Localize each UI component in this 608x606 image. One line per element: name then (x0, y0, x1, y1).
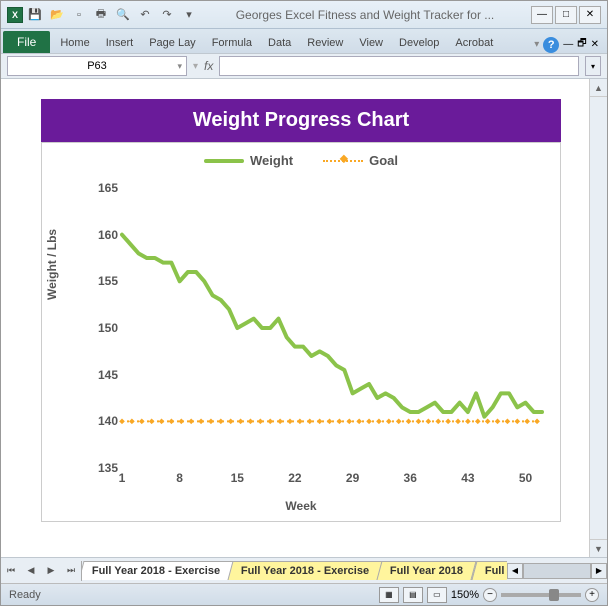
x-tick: 50 (519, 471, 532, 485)
vertical-scrollbar[interactable]: ▲ ▼ (589, 79, 607, 557)
qat-print-icon[interactable]: 🖶 (91, 5, 111, 25)
window-title: Georges Excel Fitness and Weight Tracker… (199, 8, 531, 22)
qat-new-icon[interactable]: ▫ (69, 5, 89, 25)
status-state: Ready (9, 589, 41, 601)
ribbon-tab-formula[interactable]: Formula (204, 33, 260, 53)
ribbon-tab-view[interactable]: View (351, 33, 391, 53)
tab-nav-prev-icon[interactable]: ◀ (21, 561, 41, 581)
ribbon-tab-pagelayout[interactable]: Page Lay (141, 33, 203, 53)
y-tick: 145 (98, 368, 118, 382)
file-tab[interactable]: File (3, 31, 50, 53)
ribbon-tab-develop[interactable]: Develop (391, 33, 447, 53)
ribbon-tab-insert[interactable]: Insert (98, 33, 142, 53)
sheet-tab[interactable]: Full Year 2018 (377, 561, 477, 580)
x-tick: 8 (176, 471, 183, 485)
qat-undo-icon[interactable]: ↶ (135, 5, 155, 25)
y-tick: 140 (98, 414, 118, 428)
qat-redo-icon[interactable]: ↷ (157, 5, 177, 25)
x-tick: 29 (346, 471, 359, 485)
y-tick: 160 (98, 228, 118, 242)
x-tick: 15 (231, 471, 244, 485)
horizontal-scrollbar[interactable]: ◀ ▶ (507, 563, 607, 579)
qat-open-icon[interactable]: 📂 (47, 5, 67, 25)
doc-restore-icon[interactable]: 🗗 (577, 36, 586, 53)
qat-preview-icon[interactable]: 🔍 (113, 5, 133, 25)
tab-nav-last-icon[interactable]: ⏭ (61, 561, 81, 581)
tab-nav-next-icon[interactable]: ▶ (41, 561, 61, 581)
y-tick: 155 (98, 274, 118, 288)
view-normal-icon[interactable]: ▦ (379, 587, 399, 603)
x-tick: 43 (461, 471, 474, 485)
hscroll-left-icon[interactable]: ◀ (507, 563, 523, 579)
sheet-tab[interactable]: Full (471, 561, 507, 580)
legend-weight: Weight (204, 153, 293, 168)
view-break-icon[interactable]: ▭ (427, 587, 447, 603)
window-minimize-button[interactable]: — (531, 6, 553, 24)
ribbon-tab-review[interactable]: Review (299, 33, 351, 53)
sheet-tab[interactable]: Full Year 2018 - Exercise (228, 561, 383, 580)
fx-label[interactable]: fx (204, 59, 213, 73)
help-icon[interactable]: ? (543, 37, 559, 53)
doc-minimize-icon[interactable]: — (563, 39, 573, 50)
x-axis-label: Week (285, 499, 316, 513)
hscroll-right-icon[interactable]: ▶ (591, 563, 607, 579)
y-axis-label: Weight / Lbs (45, 229, 59, 300)
zoom-out-button[interactable]: − (483, 588, 497, 602)
zoom-level[interactable]: 150% (451, 589, 479, 601)
excel-app-icon: X (7, 7, 23, 23)
window-maximize-button[interactable]: □ (555, 6, 577, 24)
y-tick: 165 (98, 181, 118, 195)
formula-expand-icon[interactable]: ▾ (585, 56, 601, 76)
name-box[interactable]: P63 (7, 56, 187, 76)
ribbon-tab-home[interactable]: Home (52, 33, 97, 53)
legend-goal: Goal (323, 153, 398, 168)
plot-svg (122, 188, 542, 468)
ribbon-tab-acrobat[interactable]: Acrobat (447, 33, 501, 53)
sheet-tab[interactable]: Full Year 2018 - Exercise (82, 561, 234, 580)
chart-title: Weight Progress Chart (41, 99, 561, 142)
view-layout-icon[interactable]: ▤ (403, 587, 423, 603)
x-tick: 1 (119, 471, 126, 485)
scroll-up-icon[interactable]: ▲ (590, 79, 607, 97)
x-tick: 36 (404, 471, 417, 485)
doc-close-icon[interactable]: ✕ (591, 39, 599, 50)
qat-save-icon[interactable]: 💾 (25, 5, 45, 25)
chart-area[interactable]: Weight Goal Weight / Lbs 135140145150155… (41, 142, 561, 522)
scroll-down-icon[interactable]: ▼ (590, 539, 607, 557)
ribbon-tab-data[interactable]: Data (260, 33, 299, 53)
fx-cancel-icon[interactable]: ▾ (193, 61, 198, 72)
tab-nav-first-icon[interactable]: ⏮ (1, 561, 21, 581)
window-close-button[interactable]: ✕ (579, 6, 601, 24)
zoom-slider[interactable] (501, 593, 581, 597)
zoom-in-button[interactable]: + (585, 588, 599, 602)
formula-bar[interactable] (219, 56, 579, 76)
y-tick: 150 (98, 321, 118, 335)
ribbon-options-icon[interactable]: ▾ (534, 39, 539, 50)
qat-dropdown-icon[interactable]: ▾ (179, 5, 199, 25)
x-tick: 22 (288, 471, 301, 485)
y-tick: 135 (98, 461, 118, 475)
